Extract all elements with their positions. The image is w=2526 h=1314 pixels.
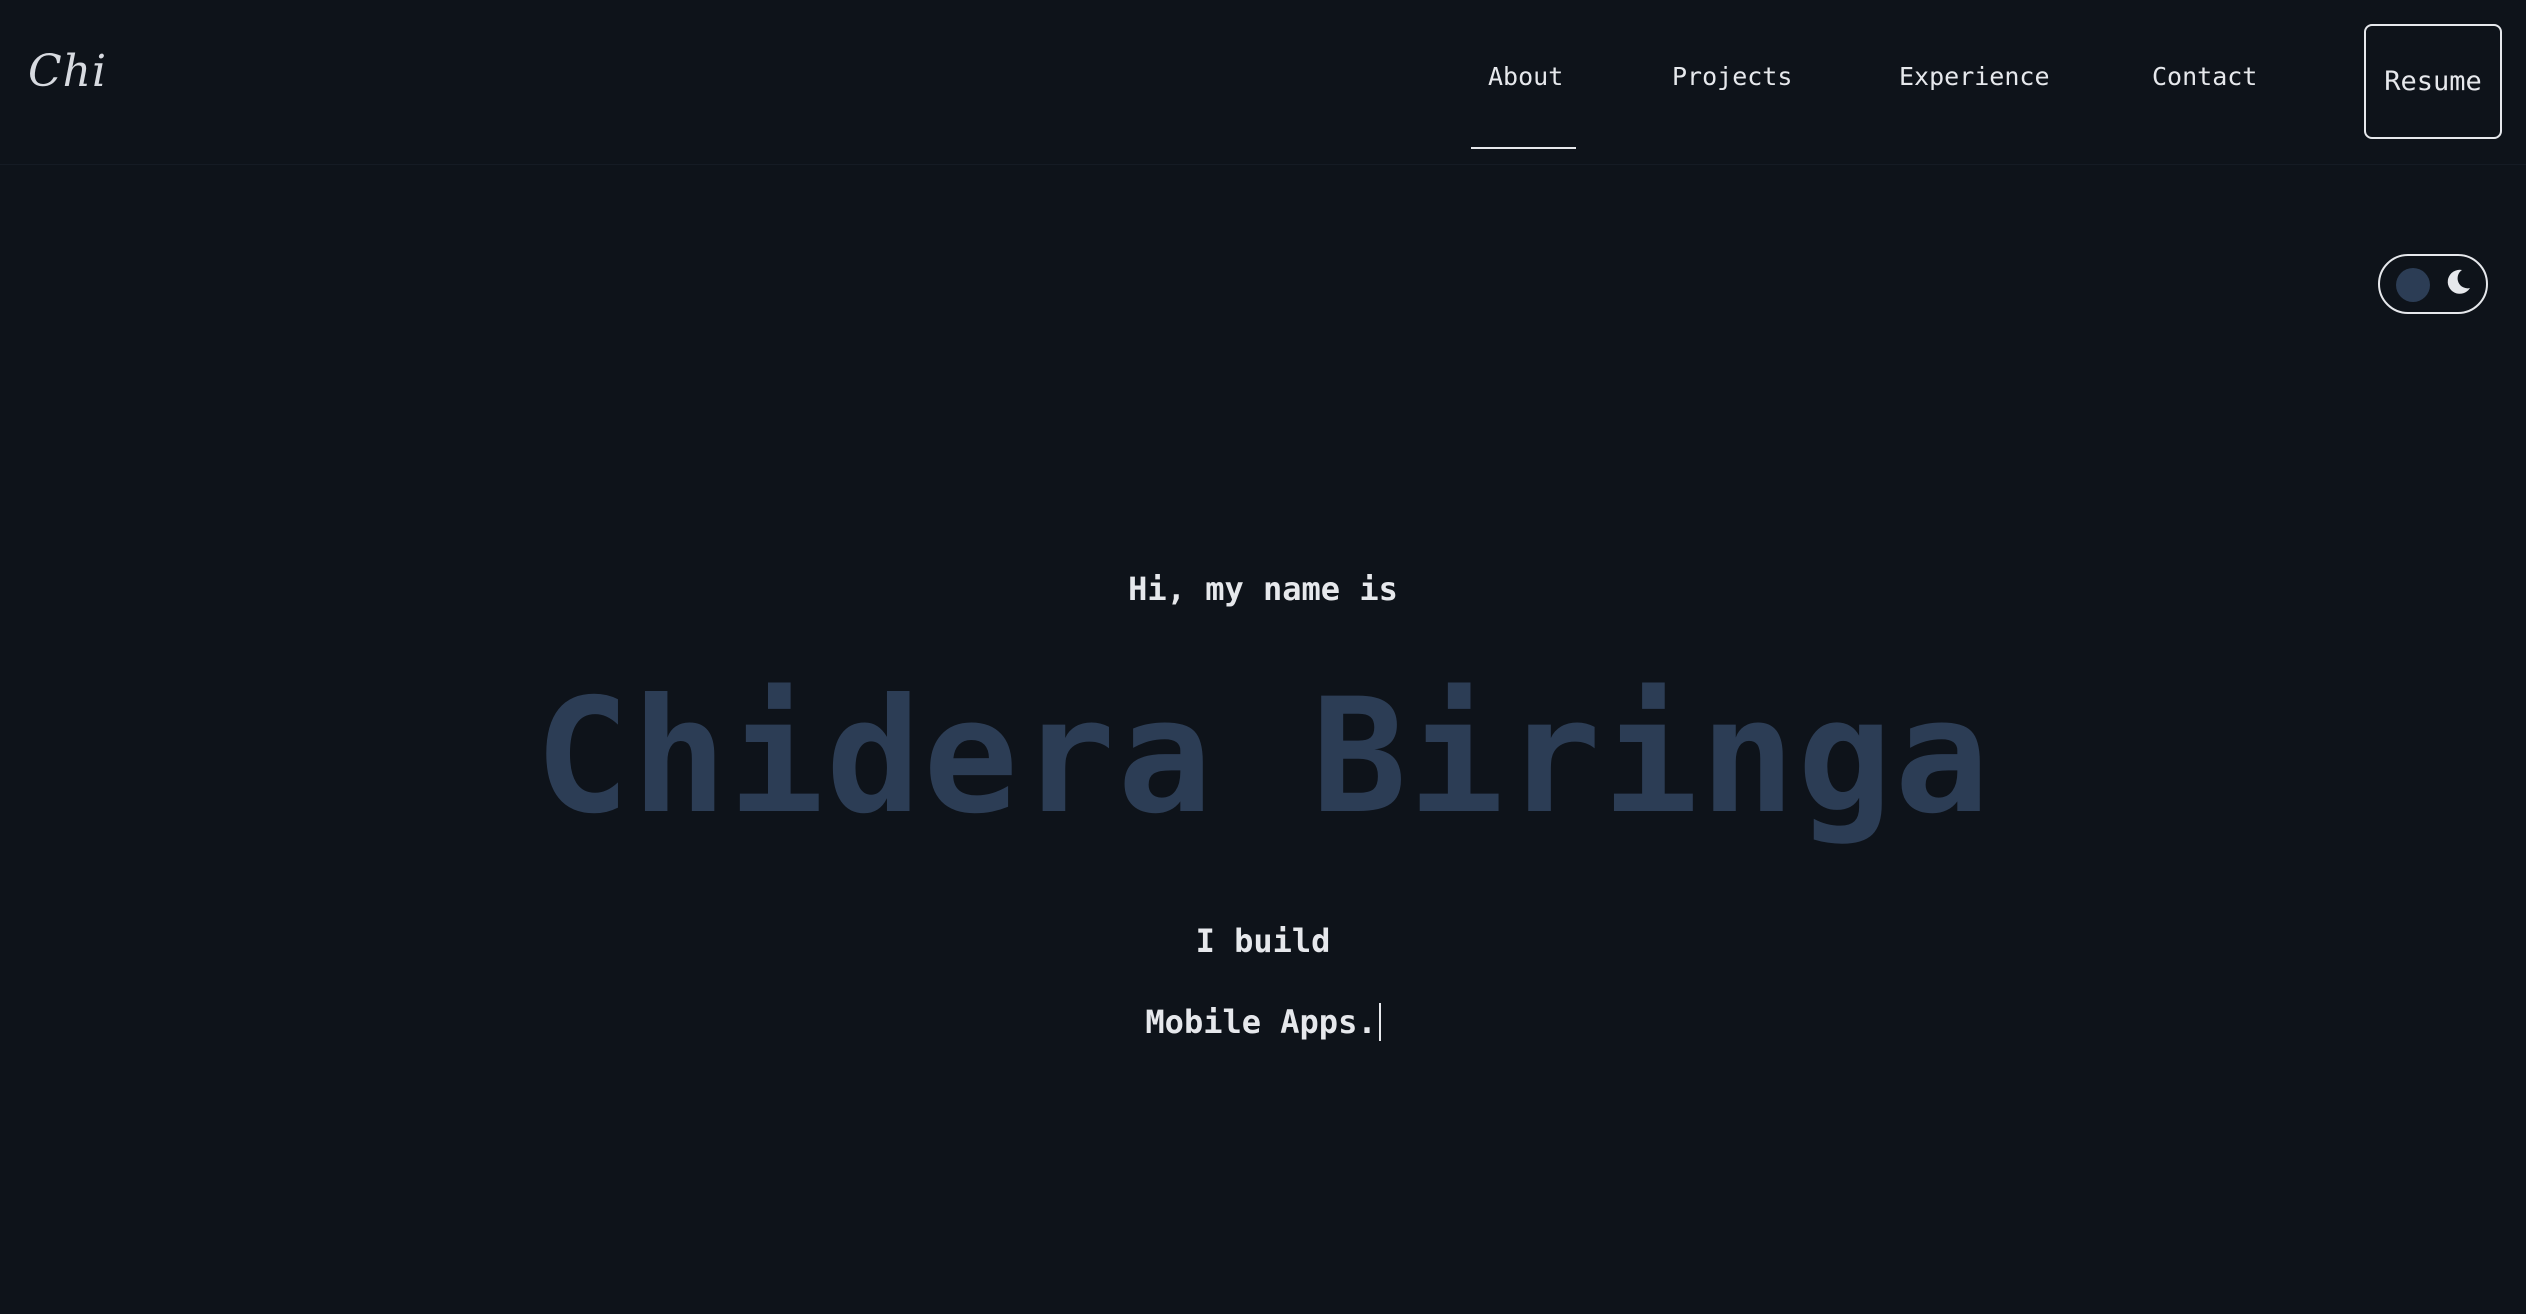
moon-icon: [2447, 269, 2470, 294]
nav-item-projects[interactable]: Projects: [1672, 62, 1792, 91]
hero-typed-text: Mobile Apps.: [1145, 1003, 1377, 1041]
resume-button[interactable]: Resume: [2364, 24, 2502, 139]
hero-typed-line: Mobile Apps.: [0, 1003, 2526, 1041]
nav-item-about[interactable]: About: [1488, 62, 1563, 91]
hero-name: Chidera Biringa: [534, 665, 1992, 849]
hero-tagline: I build: [1195, 922, 1331, 960]
nav-item-contact[interactable]: Contact: [2152, 62, 2257, 91]
hero-greeting: Hi, my name is: [1128, 570, 1398, 608]
toggle-knob: [2396, 268, 2430, 302]
theme-toggle[interactable]: [2378, 254, 2488, 314]
site-logo[interactable]: Chi: [28, 46, 107, 97]
top-navbar: Chi About Projects Experience Contact Re…: [0, 0, 2526, 165]
typing-cursor: [1378, 1003, 1381, 1041]
active-nav-indicator: [1471, 147, 1576, 149]
nav-item-experience[interactable]: Experience: [1899, 62, 2050, 91]
